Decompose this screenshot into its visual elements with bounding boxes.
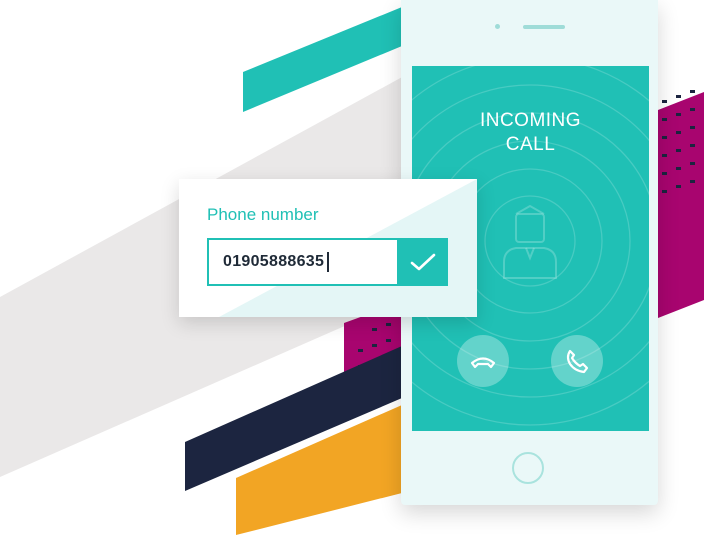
home-button[interactable] xyxy=(512,452,544,484)
phone-number-input[interactable]: 01905888635 xyxy=(207,238,397,286)
phone-number-card: Phone number 01905888635 xyxy=(179,179,477,317)
phone-number-value: 01905888635 xyxy=(223,253,325,270)
checkmark-icon xyxy=(410,253,435,271)
text-caret xyxy=(327,252,330,272)
call-title-line2: CALL xyxy=(505,134,556,155)
hang-up-icon xyxy=(470,357,496,369)
answer-call-icon xyxy=(566,349,589,374)
call-title-line1: INCOMING xyxy=(479,110,582,131)
front-camera xyxy=(495,24,500,29)
magenta-stripe-right xyxy=(658,92,704,318)
confirm-button[interactable] xyxy=(397,238,448,286)
avatar-icon xyxy=(503,204,557,279)
phone-speaker xyxy=(523,25,565,29)
phone-number-label: Phone number xyxy=(207,205,319,224)
hang-up-button[interactable] xyxy=(457,335,509,387)
answer-call-button[interactable] xyxy=(551,335,603,387)
